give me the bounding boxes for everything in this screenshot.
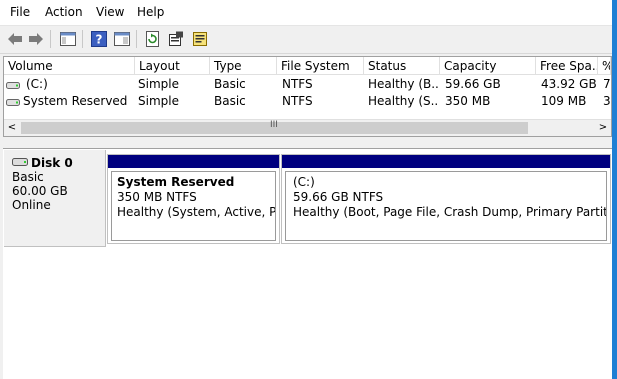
help-icon[interactable]: ? [89,29,109,49]
partition-status: Healthy (Boot, Page File, Crash Dump, Pr… [293,205,607,219]
volume-free-space: 109 MB [541,94,587,108]
disk-name: Disk 0 [31,156,73,170]
column-header-free-space[interactable]: Free Spa... [536,57,598,75]
partition-color-bar [108,155,279,168]
volume-percent: 7 [603,77,611,91]
volume-type: Basic [214,94,246,108]
disk-state: Online [12,198,51,212]
volume-status: Healthy (B... [368,77,438,91]
column-header-volume[interactable]: Volume [4,57,135,75]
console-tree-icon[interactable] [58,29,78,49]
partition-name: System Reserved [117,175,235,189]
partition-details: System Reserved 350 MB NTFS Healthy (Sys… [111,171,276,241]
menu-file[interactable]: File [10,5,30,19]
volume-capacity: 350 MB [445,94,491,108]
scroll-left-button[interactable]: < [4,120,20,136]
volume-layout: Simple [138,77,179,91]
drive-icon [6,93,20,110]
column-header-type[interactable]: Type [210,57,277,75]
volume-percent: 3 [603,94,611,108]
refresh-icon[interactable] [143,29,163,49]
partition-name: (C:) [293,175,315,189]
drive-icon [6,76,20,93]
partition-color-bar [282,155,610,168]
export-icon[interactable] [190,29,210,49]
scroll-grip: III [270,120,278,130]
window-border [612,0,617,379]
volume-file-system: NTFS [282,94,313,108]
column-header-capacity[interactable]: Capacity [440,57,536,75]
menu-view[interactable]: View [96,5,124,19]
scroll-thumb[interactable]: III [21,120,528,134]
forward-arrow-icon[interactable] [26,29,46,49]
menu-help[interactable]: Help [137,5,164,19]
partition-system-reserved[interactable]: System Reserved 350 MB NTFS Healthy (Sys… [107,154,280,244]
partition-size: 350 MB NTFS [117,190,197,204]
svg-text:?: ? [96,33,103,47]
volume-list: Volume Layout Type File System Status Ca… [3,56,612,137]
column-header-file-system[interactable]: File System [277,57,364,75]
volume-name: System Reserved [23,94,128,108]
horizontal-scrollbar[interactable]: < III > [4,119,611,136]
toolbar-separator [50,30,51,48]
toolbar-separator [136,30,137,48]
volume-free-space: 43.92 GB [541,77,597,91]
partition-details: (C:) 59.66 GB NTFS Healthy (Boot, Page F… [285,171,607,241]
partition-c[interactable]: (C:) 59.66 GB NTFS Healthy (Boot, Page F… [281,154,611,244]
column-header-status[interactable]: Status [364,57,440,75]
show-hide-icon[interactable] [112,29,132,49]
menu-bar: File Action View Help [0,0,617,26]
partition-size: 59.66 GB NTFS [293,190,384,204]
disk-header: Disk 0 [12,156,97,170]
column-header-percent[interactable]: % [598,57,611,75]
volume-type: Basic [214,77,246,91]
disk-type: Basic [12,170,44,184]
menu-action[interactable]: Action [45,5,83,19]
volume-status: Healthy (S... [368,94,438,108]
volume-file-system: NTFS [282,77,313,91]
volume-name: (C:) [26,77,48,91]
volume-layout: Simple [138,94,179,108]
volume-capacity: 59.66 GB [445,77,501,91]
disk-icon [12,156,28,170]
scroll-right-button[interactable]: > [595,120,611,136]
properties-icon[interactable] [166,29,186,49]
disk-size: 60.00 GB [12,184,68,198]
column-header-layout[interactable]: Layout [135,57,210,75]
back-arrow-icon[interactable] [5,29,25,49]
toolbar: ? [0,26,617,54]
toolbar-separator [82,30,83,48]
partition-status: Healthy (System, Active, Prima [117,205,276,219]
disk-info-panel[interactable]: Disk 0 Basic 60.00 GB Online [4,150,106,247]
